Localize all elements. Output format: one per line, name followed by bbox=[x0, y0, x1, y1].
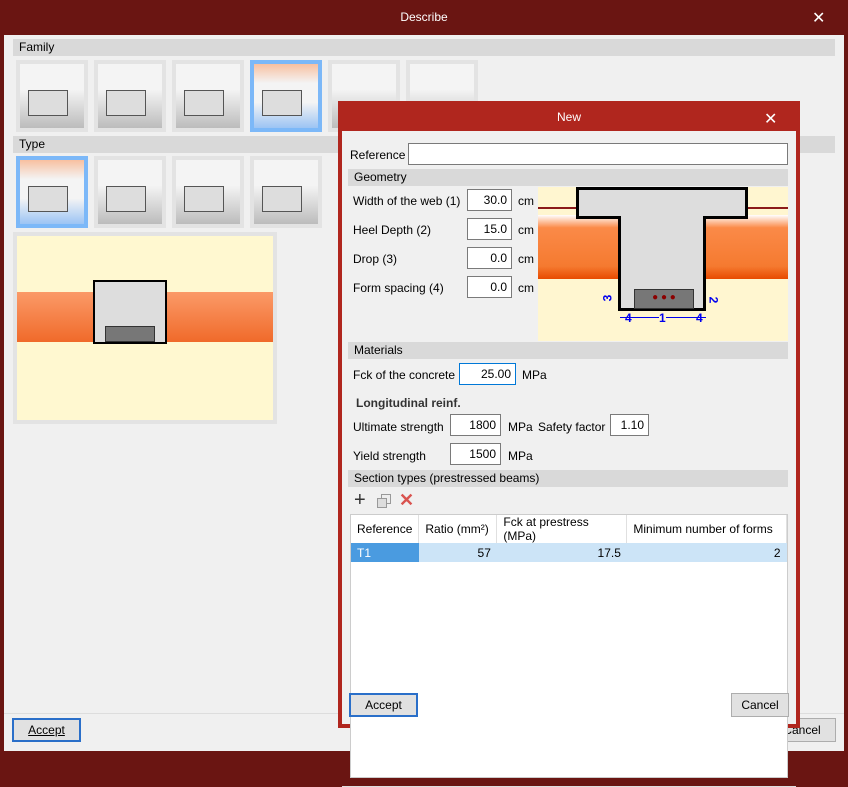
dim-3: 3 bbox=[600, 294, 615, 302]
family-section: Family bbox=[13, 39, 835, 56]
reference-input[interactable] bbox=[408, 143, 788, 165]
family-option-3[interactable] bbox=[172, 60, 244, 132]
cell-ratio[interactable]: 57 bbox=[418, 543, 497, 562]
tendon-icon: ● ● ● bbox=[634, 289, 694, 309]
reference-label: Reference bbox=[350, 148, 406, 162]
cell-min-forms[interactable]: 2 bbox=[626, 543, 787, 562]
heel-depth-input[interactable]: 15.0 bbox=[467, 218, 512, 240]
dialog-title: New bbox=[556, 110, 581, 124]
table-header: Reference Ratio (mm²) Fck at prestress (… bbox=[351, 515, 787, 543]
table-row[interactable]: T1 57 17.5 2 bbox=[351, 543, 787, 562]
unit-label: cm bbox=[518, 194, 534, 208]
col-ratio[interactable]: Ratio (mm²) bbox=[418, 515, 498, 543]
type-option-2[interactable] bbox=[94, 156, 166, 228]
safety-factor-input[interactable]: 1.10 bbox=[610, 414, 649, 436]
unit-label: cm bbox=[518, 223, 534, 237]
unit-label: MPa bbox=[508, 420, 533, 434]
web-width-label: Width of the web (1) bbox=[353, 194, 461, 208]
safety-factor-label: Safety factor bbox=[538, 420, 606, 434]
dim-1: 1 bbox=[659, 311, 666, 325]
col-min-forms[interactable]: Minimum number of forms bbox=[626, 515, 787, 543]
form-spacing-label: Form spacing (4) bbox=[353, 281, 444, 295]
long-reinf-heading: Longitudinal reinf. bbox=[356, 396, 461, 410]
ultimate-strength-label: Ultimate strength bbox=[353, 420, 444, 434]
dim-4-left: 4 bbox=[625, 311, 632, 325]
dim-4-right: 4 bbox=[696, 311, 703, 325]
dialog-close-icon[interactable]: ✕ bbox=[764, 109, 777, 129]
fck-input[interactable]: 25.00 bbox=[459, 363, 516, 385]
type-option-4[interactable] bbox=[250, 156, 322, 228]
section-types-table: Reference Ratio (mm²) Fck at prestress (… bbox=[350, 514, 788, 778]
dialog-body: Reference Geometry Width of the web (1) … bbox=[342, 131, 796, 787]
geometry-diagram: ● ● ● 3 2 4 1 4 bbox=[538, 187, 788, 341]
yield-strength-label: Yield strength bbox=[353, 449, 426, 463]
materials-section: Materials bbox=[348, 342, 788, 359]
dialog-cancel-button[interactable]: Cancel bbox=[731, 693, 789, 717]
family-option-2[interactable] bbox=[94, 60, 166, 132]
dim-2: 2 bbox=[706, 296, 721, 304]
heel-depth-label: Heel Depth (2) bbox=[353, 223, 432, 237]
cell-fck-prestress[interactable]: 17.5 bbox=[496, 543, 627, 562]
geometry-section: Geometry bbox=[348, 169, 788, 186]
drop-input[interactable]: 0.0 bbox=[467, 247, 512, 269]
delete-icon[interactable]: ✕ bbox=[399, 490, 414, 511]
cell-reference[interactable]: T1 bbox=[351, 543, 419, 562]
col-fck-prestress[interactable]: Fck at prestress (MPa) bbox=[496, 515, 628, 543]
copy-icon[interactable] bbox=[377, 494, 391, 508]
form-spacing-input[interactable]: 0.0 bbox=[467, 276, 512, 298]
unit-label: MPa bbox=[508, 449, 533, 463]
dialog-accept-button[interactable]: Accept bbox=[349, 693, 418, 717]
fck-label: Fck of the concrete bbox=[353, 368, 456, 382]
family-option-4[interactable] bbox=[250, 60, 322, 132]
new-dialog: New ✕ Reference Geometry Width of the we… bbox=[338, 101, 800, 787]
accept-button[interactable]: Accept bbox=[12, 718, 81, 742]
type-option-3[interactable] bbox=[172, 156, 244, 228]
ultimate-strength-input[interactable]: 1800 bbox=[450, 414, 501, 436]
web-width-input[interactable]: 30.0 bbox=[467, 189, 512, 211]
col-reference[interactable]: Reference bbox=[351, 515, 420, 543]
add-icon[interactable]: + bbox=[354, 490, 366, 510]
close-icon[interactable]: ✕ bbox=[812, 8, 825, 28]
drop-label: Drop (3) bbox=[353, 252, 398, 266]
section-types-section: Section types (prestressed beams) bbox=[348, 470, 788, 487]
family-option-1[interactable] bbox=[16, 60, 88, 132]
yield-strength-input[interactable]: 1500 bbox=[450, 443, 501, 465]
type-preview bbox=[13, 232, 277, 424]
unit-label: MPa bbox=[522, 368, 547, 382]
window-title: Describe bbox=[400, 10, 448, 24]
unit-label: cm bbox=[518, 281, 534, 295]
unit-label: cm bbox=[518, 252, 534, 266]
type-option-1[interactable] bbox=[16, 156, 88, 228]
